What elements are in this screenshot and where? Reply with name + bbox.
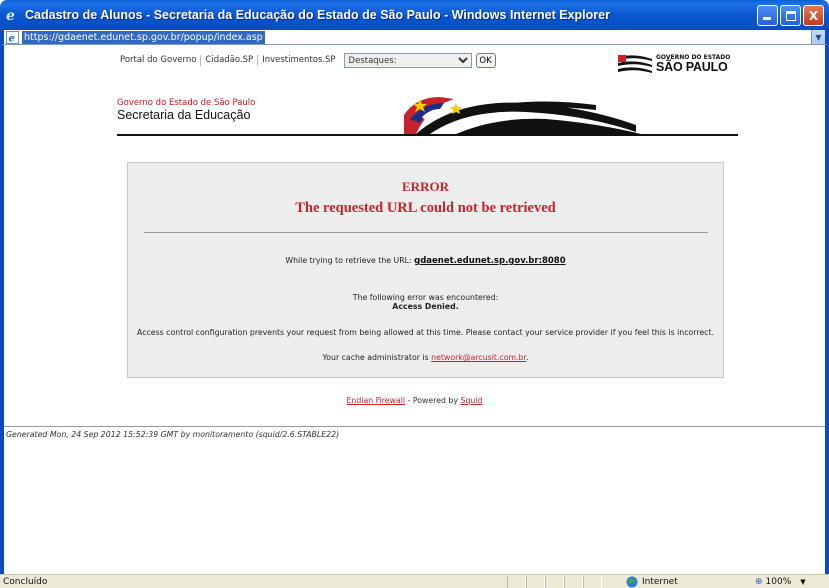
trying-prefix: While trying to retrieve the URL:: [285, 256, 412, 265]
admin-email-link[interactable]: network@arcusit.com.br: [431, 353, 526, 362]
access-denied-text: Access Denied.: [128, 302, 723, 311]
svg-text:e: e: [9, 33, 15, 44]
encountered-text: The following error was encountered:: [352, 293, 499, 302]
chevron-down-icon[interactable]: ▼: [800, 578, 805, 586]
sao-paulo-logo[interactable]: GOVERNO DO ESTADO SÃO PAULO: [616, 53, 734, 75]
minimize-icon: [763, 17, 771, 20]
destaques-select[interactable]: Destaques:: [343, 53, 472, 68]
svg-text:e: e: [6, 8, 15, 23]
nav-link-investimentos[interactable]: Investimentos.SP: [258, 55, 339, 66]
status-cell: [564, 575, 583, 588]
nav-link-portal[interactable]: Portal do Governo: [116, 55, 202, 66]
nav-link-cidadao[interactable]: Cidadão.SP: [201, 55, 259, 66]
status-bar: Concluído Internet ⊕ 100% ▼: [0, 574, 829, 588]
footer: Endian Firewall - Powered by Squid: [4, 396, 825, 405]
endian-firewall-link[interactable]: Endian Firewall: [346, 396, 405, 405]
secretaria-header: Governo do Estado de São Paulo Secretari…: [117, 95, 738, 136]
zoom-control[interactable]: ⊕ 100% ▼: [755, 575, 806, 588]
explanation-text: Access control configuration prevents yo…: [137, 328, 714, 337]
error-subtitle: The requested URL could not be retrieved: [295, 200, 556, 216]
sp-stripes-icon: [618, 55, 652, 73]
gov-nav: Portal do Governo Cidadão.SP Investiment…: [116, 53, 496, 68]
close-button[interactable]: X: [803, 5, 824, 26]
logo-line-2: SÃO PAULO: [656, 60, 728, 74]
page-icon: e: [6, 30, 19, 44]
window-titlebar[interactable]: e Cadastro de Alunos - Secretaria da Edu…: [0, 0, 829, 30]
status-cell: [583, 575, 602, 588]
maximize-icon: [786, 11, 796, 21]
trying-line: While trying to retrieve the URL: gdaene…: [128, 256, 723, 266]
zoom-icon: ⊕: [755, 576, 763, 587]
chevron-down-icon[interactable]: ▼: [811, 30, 825, 44]
page-content: Portal do Governo Cidadão.SP Investiment…: [0, 45, 829, 574]
security-zone[interactable]: Internet: [626, 575, 678, 588]
admin-prefix: Your cache administrator is: [322, 353, 429, 362]
minimize-button[interactable]: [757, 5, 778, 26]
admin-line: Your cache administrator is network@arcu…: [128, 353, 723, 362]
zone-text: Internet: [642, 576, 678, 587]
footer-divider: [4, 426, 825, 427]
ok-button[interactable]: OK: [475, 53, 496, 68]
error-box: ERROR The requested URL could not be ret…: [127, 162, 724, 378]
trying-url: gdaenet.edunet.sp.gov.br:8080: [414, 256, 566, 266]
ie-logo-icon: e: [5, 7, 21, 23]
window-title: Cadastro de Alunos - Secretaria da Educa…: [25, 8, 610, 22]
generated-text: Generated Mon, 24 Sep 2012 15:52:39 GMT …: [6, 430, 340, 439]
status-cell: [507, 575, 526, 588]
access-denied-reason: Access Denied.: [392, 302, 459, 311]
status-text: Concluído: [3, 576, 48, 587]
status-cell: [545, 575, 564, 588]
globe-icon: [626, 576, 638, 587]
secretaria-title: Secretaria da Educação: [117, 108, 251, 122]
gov-text: Governo do Estado de São Paulo: [117, 98, 256, 108]
close-icon: X: [808, 8, 819, 23]
error-title: ERROR: [402, 179, 449, 194]
maximize-button[interactable]: [780, 5, 801, 26]
sao-paulo-flag-image: [396, 95, 656, 134]
zoom-level: 100%: [765, 576, 792, 587]
status-cell: [526, 575, 545, 588]
divider: [144, 232, 708, 233]
address-bar[interactable]: e https://gdaenet.edunet.sp.gov.br/popup…: [0, 30, 829, 45]
squid-link[interactable]: Squid: [461, 396, 483, 405]
admin-suffix: .: [525, 353, 529, 362]
powered-by-text: - Powered by: [405, 396, 461, 405]
url-text[interactable]: https://gdaenet.edunet.sp.gov.br/popup/i…: [22, 30, 265, 44]
